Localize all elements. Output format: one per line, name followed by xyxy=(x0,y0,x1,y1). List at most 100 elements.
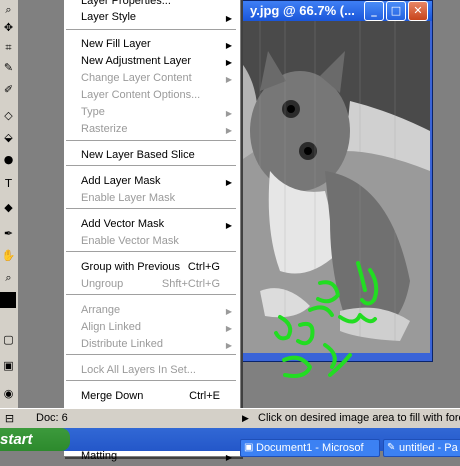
menu-item-label: Distribute Linked xyxy=(81,338,163,350)
menu-item-label: Arrange xyxy=(81,304,121,316)
submenu-arrow-icon: ▶ xyxy=(225,58,232,67)
doc-size-label: Doc: 6 xyxy=(36,412,68,424)
brush-tool-icon[interactable]: ✐ xyxy=(1,82,16,97)
menu-item-align-linked: Align Linked ▶ xyxy=(64,320,238,337)
taskbar-item-label: Document1 - Microsof xyxy=(256,442,364,454)
menu-item-ungroup: Ungroup Shft+Ctrl+G xyxy=(64,277,238,294)
move-tool-icon[interactable]: ✥ xyxy=(1,20,16,35)
screen-mode-icon[interactable]: ▣ xyxy=(1,358,16,373)
menu-item-label: New Layer Based Slice xyxy=(81,149,195,161)
menu-item-label: Layer Content Options... xyxy=(81,89,201,101)
menu-item-enable-layer-mask: Enable Layer Mask xyxy=(64,191,238,208)
menu-separator xyxy=(66,294,236,295)
menu-separator xyxy=(66,380,236,381)
status-message: Click on desired image area to fill with… xyxy=(258,412,460,424)
menu-item-label: Align Linked xyxy=(81,321,141,333)
menu-item-shortcut: Shft+Ctrl+G xyxy=(161,278,220,290)
taskbar-item-label: untitled - Pa xyxy=(399,442,458,454)
menu-item-group-with-previous[interactable]: Group with Previous Ctrl+G xyxy=(64,260,238,277)
submenu-arrow-icon: ▶ xyxy=(225,41,232,50)
menu-separator xyxy=(66,251,236,252)
menu-item-new-adjustment-layer[interactable]: New Adjustment Layer ▶ xyxy=(64,54,238,71)
menu-item-layer-style[interactable]: Layer Style ▶ xyxy=(64,10,238,27)
menu-item-label: Lock All Layers In Set... xyxy=(81,364,196,376)
menu-item-label: Rasterize xyxy=(81,123,128,135)
menu-item-label: Type xyxy=(81,106,105,118)
menu-item-label: Matting xyxy=(81,450,118,462)
submenu-arrow-icon: ▶ xyxy=(225,109,232,118)
submenu-arrow-icon: ▶ xyxy=(225,75,232,84)
menu-item-enable-vector-mask: Enable Vector Mask xyxy=(64,234,238,251)
submenu-arrow-icon: ▶ xyxy=(225,221,232,230)
submenu-arrow-icon: ▶ xyxy=(225,178,232,187)
close-icon[interactable]: ✕ xyxy=(408,1,428,21)
menu-item-type: Type ▶ xyxy=(64,105,238,122)
menu-item-label: Enable Layer Mask xyxy=(81,192,176,204)
word-icon: ▣ xyxy=(244,442,254,453)
menu-item-new-layer-based-slice[interactable]: New Layer Based Slice xyxy=(64,148,238,165)
submenu-arrow-icon: ▶ xyxy=(225,14,232,23)
layer-context-menu: Layer Properties... Layer Style ▶ New Fill … xyxy=(63,0,241,462)
menu-item-add-vector-mask[interactable]: Add Vector Mask ▶ xyxy=(64,217,238,234)
hand-tool-icon[interactable]: ✋ xyxy=(1,248,16,263)
menu-item-label: Ungroup xyxy=(81,278,124,290)
taskbar: start ▣ Document1 - Microsof ✎ untitled … xyxy=(0,428,460,457)
menu-item-label: New Fill Layer xyxy=(81,38,151,50)
menu-item-label: Add Layer Mask xyxy=(81,175,161,187)
burn-tool-icon[interactable]: ● xyxy=(1,152,16,167)
shape-tool-icon[interactable]: ◆ xyxy=(1,200,16,215)
menu-item-label: Layer Properties... xyxy=(81,0,171,7)
eyedropper-tool-icon[interactable]: ✒ xyxy=(1,226,16,241)
menu-item-label: Layer Style xyxy=(81,11,137,23)
eraser-tool-icon[interactable]: ◇ xyxy=(1,108,16,123)
quick-mask-icon[interactable]: ▢ xyxy=(1,332,16,347)
menu-item-merge-down[interactable]: Merge Down Ctrl+E xyxy=(64,389,238,406)
paint-bucket-tool-icon[interactable]: ⬙ xyxy=(1,130,16,145)
status-bar: ⊟ Doc: 6 ▶ Click on desired image area t… xyxy=(0,408,460,429)
menu-item-new-fill-layer[interactable]: New Fill Layer ▶ xyxy=(64,37,238,54)
paint-icon: ✎ xyxy=(387,442,396,453)
menu-item-add-layer-mask[interactable]: Add Layer Mask ▶ xyxy=(64,174,238,191)
document-title: y.jpg @ 66.7% (... xyxy=(250,3,355,18)
toolbox: ⌕ ✥ ⌗ ✎ ✐ ◇ ⬙ ● T ◆ ✒ ✋ ⌕ ▢ ▣ ◉ xyxy=(0,0,19,408)
submenu-arrow-icon: ▶ xyxy=(225,341,232,350)
menu-item-shortcut: Ctrl+E xyxy=(189,390,220,402)
zoom-level-icon: ⊟ xyxy=(4,412,15,425)
menu-item-lock-all-layers-in-set: Lock All Layers In Set... xyxy=(64,363,238,380)
menu-separator xyxy=(66,165,236,166)
submenu-arrow-icon: ▶ xyxy=(225,453,232,462)
start-button[interactable]: start xyxy=(0,428,70,451)
start-label: start xyxy=(0,431,33,448)
menu-item-layer-content-options: Layer Content Options... xyxy=(64,88,238,105)
zoom-tool-icon[interactable]: ⌕ xyxy=(1,2,16,17)
status-menu-arrow-icon[interactable]: ▶ xyxy=(242,412,249,424)
menu-separator xyxy=(66,354,236,355)
menu-item-arrange: Arrange ▶ xyxy=(64,303,238,320)
jump-to-imageready-icon[interactable]: ◉ xyxy=(1,386,16,401)
handwritten-signature xyxy=(274,261,379,378)
submenu-arrow-icon: ▶ xyxy=(225,126,232,135)
type-tool-icon[interactable]: T xyxy=(1,176,16,191)
foreground-color-swatch[interactable] xyxy=(0,292,16,308)
menu-item-label: Enable Vector Mask xyxy=(81,235,179,247)
menu-separator xyxy=(66,208,236,209)
menu-item-label: New Adjustment Layer xyxy=(81,55,192,67)
menu-item-label: Add Vector Mask xyxy=(81,218,165,230)
menu-item-change-layer-content: Change Layer Content ▶ xyxy=(64,71,238,88)
minimize-icon[interactable]: _ xyxy=(364,1,384,21)
taskbar-item-document1[interactable]: ▣ Document1 - Microsof xyxy=(240,439,380,457)
menu-item-label: Group with Previous xyxy=(81,261,181,273)
maximize-icon[interactable]: □ xyxy=(386,1,406,21)
zoom-magnifier-icon[interactable]: ⌕ xyxy=(1,270,16,285)
taskbar-item-untitled[interactable]: ✎ untitled - Pa xyxy=(383,439,460,457)
menu-separator xyxy=(66,29,236,30)
menu-item-label: Merge Down xyxy=(81,390,144,402)
submenu-arrow-icon: ▶ xyxy=(225,307,232,316)
menu-item-shortcut: Ctrl+G xyxy=(187,261,220,273)
menu-item-label: Change Layer Content xyxy=(81,72,192,84)
menu-separator xyxy=(66,140,236,141)
crop-tool-icon[interactable]: ⌗ xyxy=(1,40,16,55)
menu-item-matting[interactable]: Matting ▶ xyxy=(64,449,238,466)
healing-brush-icon[interactable]: ✎ xyxy=(1,60,16,75)
document-titlebar[interactable]: y.jpg @ 66.7% (... _ □ ✕ xyxy=(226,1,432,21)
